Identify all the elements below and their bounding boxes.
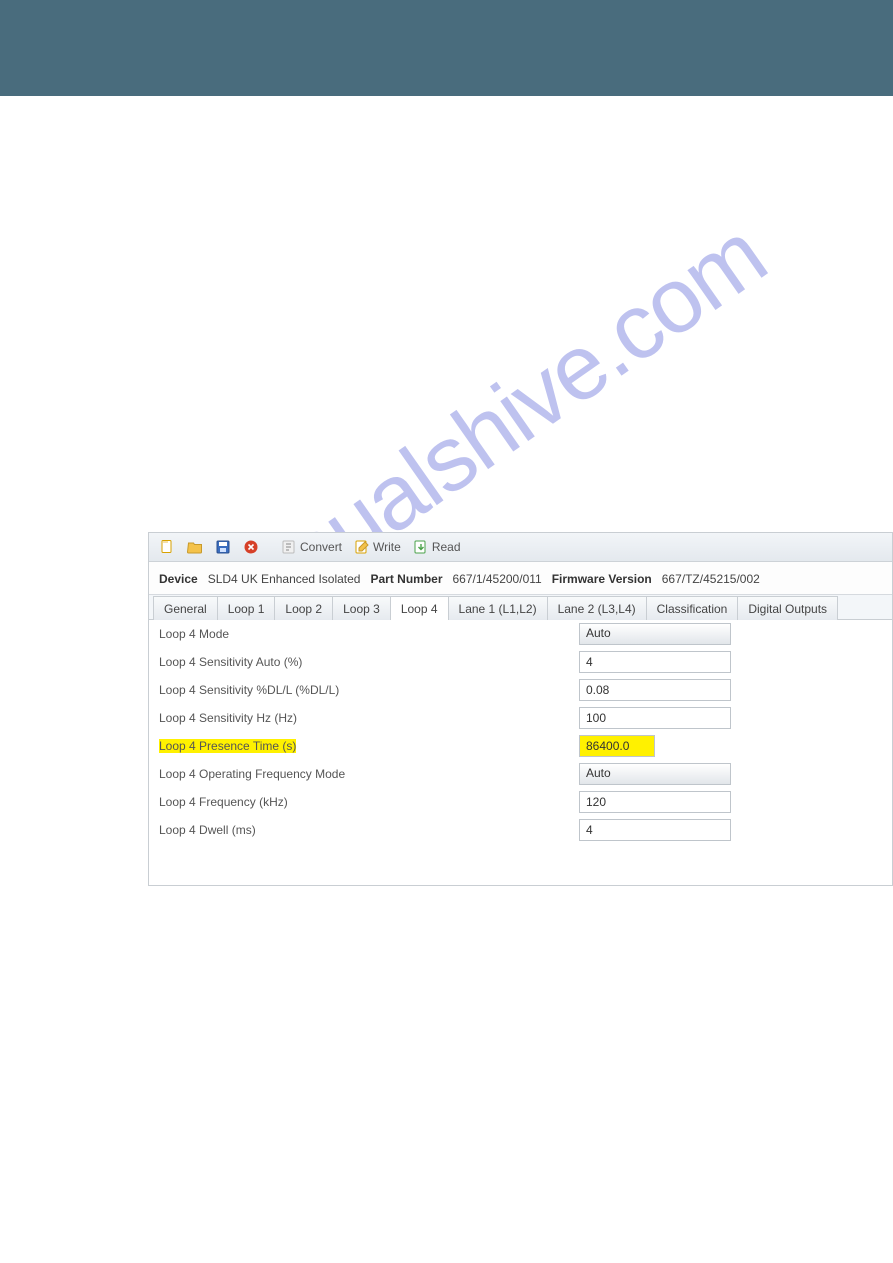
save-button[interactable] — [211, 537, 235, 557]
input-loop4-dwell[interactable] — [579, 819, 731, 841]
close-icon — [243, 539, 259, 555]
row-loop4-sens-auto: Loop 4 Sensitivity Auto (%) — [149, 648, 892, 676]
label-loop4-mode: Loop 4 Mode — [149, 621, 579, 647]
row-loop4-mode: Loop 4 Mode Auto — [149, 620, 892, 648]
top-banner — [0, 0, 893, 96]
read-label: Read — [432, 540, 461, 554]
write-icon — [354, 539, 370, 555]
firmware-version-value: 667/TZ/45215/002 — [662, 572, 760, 586]
floppy-disk-icon — [215, 539, 231, 555]
label-loop4-sens-dll: Loop 4 Sensitivity %DL/L (%DL/L) — [149, 677, 579, 703]
read-icon — [413, 539, 429, 555]
row-loop4-presence-time: Loop 4 Presence Time (s) — [149, 732, 892, 760]
select-loop4-op-freq-mode[interactable]: Auto — [579, 763, 731, 785]
convert-button[interactable]: Convert — [277, 537, 346, 557]
tab-loop2[interactable]: Loop 2 — [274, 596, 333, 620]
device-label: Device — [159, 572, 198, 586]
tab-loop3[interactable]: Loop 3 — [332, 596, 391, 620]
tab-bar: General Loop 1 Loop 2 Loop 3 Loop 4 Lane… — [149, 595, 892, 620]
input-loop4-presence-time[interactable] — [579, 735, 655, 757]
input-loop4-sens-dll[interactable] — [579, 679, 731, 701]
toolbar: Convert Write Read — [149, 533, 892, 562]
row-loop4-sens-dll: Loop 4 Sensitivity %DL/L (%DL/L) — [149, 676, 892, 704]
convert-label: Convert — [300, 540, 342, 554]
select-loop4-mode[interactable]: Auto — [579, 623, 731, 645]
write-label: Write — [373, 540, 401, 554]
application-window: Convert Write Read Device SLD4 UK Enhanc… — [148, 532, 893, 886]
part-number-label: Part Number — [370, 572, 442, 586]
row-loop4-dwell: Loop 4 Dwell (ms) — [149, 816, 892, 844]
open-button[interactable] — [183, 537, 207, 557]
firmware-version-label: Firmware Version — [552, 572, 652, 586]
input-loop4-sens-auto[interactable] — [579, 651, 731, 673]
tab-loop4[interactable]: Loop 4 — [390, 596, 449, 620]
row-loop4-sens-hz: Loop 4 Sensitivity Hz (Hz) — [149, 704, 892, 732]
input-loop4-sens-hz[interactable] — [579, 707, 731, 729]
new-button[interactable] — [155, 537, 179, 557]
label-loop4-op-freq-mode: Loop 4 Operating Frequency Mode — [149, 761, 579, 787]
tab-digital-outputs[interactable]: Digital Outputs — [737, 596, 838, 620]
input-loop4-frequency[interactable] — [579, 791, 731, 813]
write-button[interactable]: Write — [350, 537, 405, 557]
folder-open-icon — [187, 539, 203, 555]
close-button[interactable] — [239, 537, 263, 557]
tab-general[interactable]: General — [153, 596, 218, 620]
label-loop4-dwell: Loop 4 Dwell (ms) — [149, 817, 579, 843]
tab-content: Loop 4 Mode Auto Loop 4 Sensitivity Auto… — [149, 620, 892, 885]
device-info-bar: Device SLD4 UK Enhanced Isolated Part Nu… — [149, 562, 892, 595]
tab-loop1[interactable]: Loop 1 — [217, 596, 276, 620]
label-loop4-presence-time: Loop 4 Presence Time (s) — [149, 733, 579, 759]
convert-icon — [281, 539, 297, 555]
row-loop4-op-freq-mode: Loop 4 Operating Frequency Mode Auto — [149, 760, 892, 788]
read-button[interactable]: Read — [409, 537, 465, 557]
tab-lane1[interactable]: Lane 1 (L1,L2) — [448, 596, 548, 620]
label-loop4-sens-auto: Loop 4 Sensitivity Auto (%) — [149, 649, 579, 675]
label-loop4-frequency: Loop 4 Frequency (kHz) — [149, 789, 579, 815]
tab-lane2[interactable]: Lane 2 (L3,L4) — [547, 596, 647, 620]
tab-classification[interactable]: Classification — [646, 596, 739, 620]
row-loop4-frequency: Loop 4 Frequency (kHz) — [149, 788, 892, 816]
part-number-value: 667/1/45200/011 — [453, 572, 542, 586]
new-file-icon — [159, 539, 175, 555]
label-loop4-sens-hz: Loop 4 Sensitivity Hz (Hz) — [149, 705, 579, 731]
device-value: SLD4 UK Enhanced Isolated — [208, 572, 361, 586]
